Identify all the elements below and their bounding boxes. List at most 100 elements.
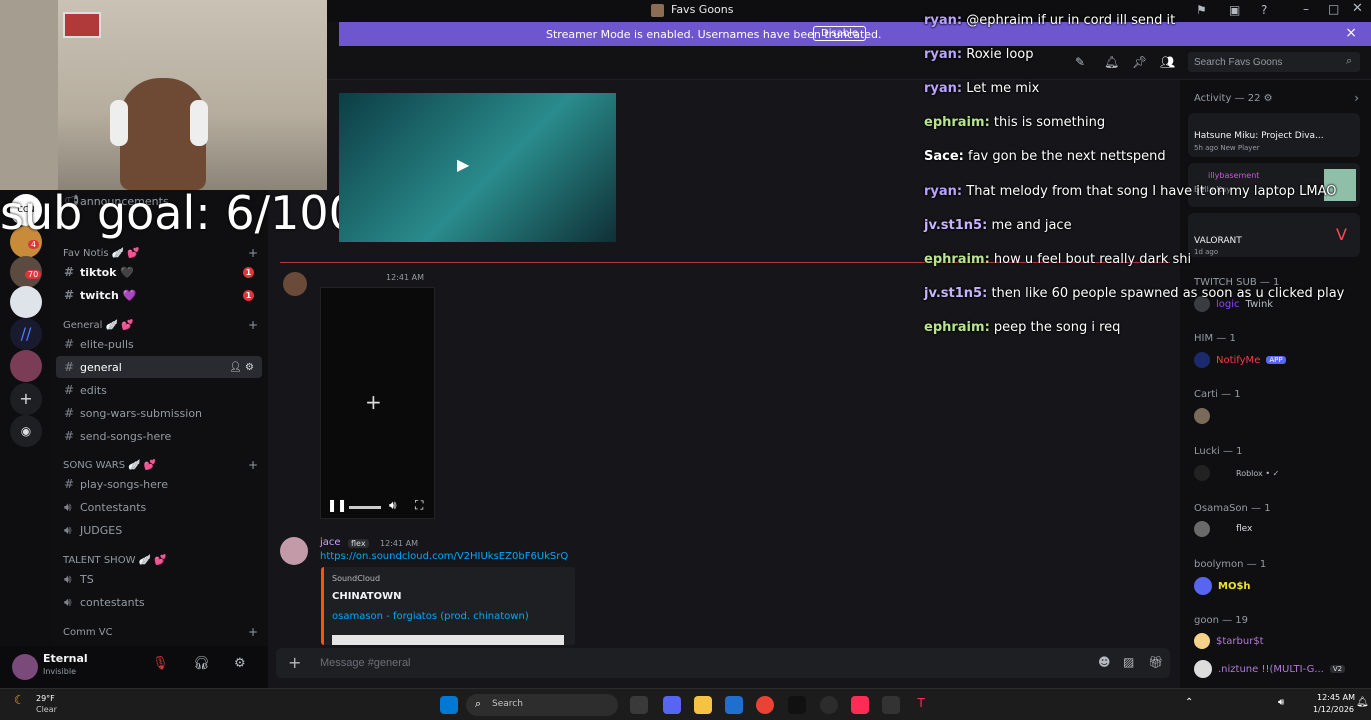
activity-card[interactable]: Hatsune Miku: Project Diva... 5h ago New… [1188,113,1360,157]
taskbar-search[interactable]: ⌕ Search [466,694,618,716]
store-icon[interactable] [725,696,743,714]
file-explorer-icon[interactable] [694,696,712,714]
chat-user: Sace: [924,149,964,164]
gift-icon[interactable]: 🎁︎ [1148,655,1163,669]
add-channel-icon[interactable]: + [248,625,258,639]
channel-edits[interactable]: # edits [56,379,262,401]
member-row[interactable] [1194,408,1216,424]
category-header[interactable]: Comm VC [63,627,113,638]
pin-icon[interactable]: 📌︎ [1132,55,1147,69]
activity-card[interactable]: VALORANT 1d ago V [1188,213,1360,257]
fullscreen-icon[interactable]: ⛶ [415,498,423,513]
member-row[interactable]: MO$h [1194,577,1251,595]
server-icon[interactable] [10,350,42,382]
channel-ts[interactable]: 🔊︎ TS [56,568,262,590]
avatar[interactable] [283,272,307,296]
maximize-button[interactable]: □ [1328,2,1339,16]
category-header[interactable]: Fav Notis 🪽 💕 [63,248,140,259]
task-view-icon[interactable] [630,696,648,714]
app-icon[interactable] [882,696,900,714]
chevron-right-icon[interactable]: › [1354,91,1359,105]
clock-date[interactable]: 1/12/2026 [1313,705,1354,714]
member-list-icon[interactable]: 👥︎ [1160,55,1175,69]
weather-desc: Clear [36,705,57,714]
weather-temp: 29°F [36,694,55,703]
chrome-icon[interactable] [756,696,774,714]
video-embed[interactable]: ▶ [339,93,616,242]
channel-tiktok[interactable]: # tiktok 🖤 1 [56,261,262,283]
disable-streamer-mode-button[interactable]: Disable [813,26,867,41]
discord-icon[interactable] [663,696,681,714]
headphones-icon[interactable]: 🎧︎ [193,656,210,671]
member-row[interactable]: flex [1194,521,1252,537]
search-input[interactable] [1188,52,1360,72]
close-window-button[interactable]: ✕ [1352,1,1363,16]
inbox-icon[interactable]: ⚑ [1196,3,1207,17]
embed-track[interactable]: osamason - forgiatos (prod. chinatown) [332,611,529,622]
settings-icon[interactable]: ⚙ [234,656,246,671]
category-header[interactable]: TALENT SHOW 🪽 💕 [63,555,167,566]
channel-song-wars-submission[interactable]: # song-wars-submission [56,402,262,424]
server-icon[interactable] [10,286,42,318]
discover-icon[interactable]: ◉ [10,415,42,447]
channel-contestants[interactable]: 🔊︎ Contestants [56,496,262,518]
channel-send-songs-here[interactable]: # send-songs-here [56,425,262,447]
mic-muted-icon[interactable]: 🎙︎ [152,656,169,671]
rail-badge: 4 [28,240,40,249]
channel-play-songs-here[interactable]: # play-songs-here [56,473,262,495]
threads-icon[interactable]: ✎ [1075,55,1085,69]
channel-talent-contestants[interactable]: 🔊︎ contestants [56,591,262,613]
member-row[interactable]: .niztune !!(MULTI-G... V2 [1194,660,1346,678]
chat-text: this is something [993,115,1106,130]
capcut-icon[interactable] [788,696,806,714]
help-icon[interactable]: ? [1261,3,1267,17]
obs-icon[interactable] [820,696,838,714]
overlay-chat-line: ephraim: how u feel bout really dark shi [924,252,1191,267]
message-author[interactable]: jace [320,537,341,548]
member-row[interactable]: $tarbur$t [1194,633,1264,649]
channel-twitch[interactable]: # twitch 💜 1 [56,284,262,306]
tiktok-icon[interactable] [851,696,869,714]
member-row[interactable]: NotifyMe APP [1194,352,1286,368]
app-badge: APP [1266,356,1286,364]
image-icon[interactable]: ▨ [1123,655,1134,669]
member-row[interactable]: Roblox • ✓ [1194,465,1279,481]
clock-time[interactable]: 12:45 AM [1317,693,1355,702]
volume-icon[interactable]: 🔊︎ [1278,697,1284,708]
message-input[interactable] [320,654,1020,672]
minimize-button[interactable]: – [1303,2,1309,16]
add-channel-icon[interactable]: + [248,318,258,332]
weather-icon[interactable]: ☾ [14,693,25,707]
avatar[interactable] [280,537,308,565]
gif-icon[interactable]: ☻ [1098,655,1111,669]
avatar[interactable] [12,654,38,680]
chevron-up-icon[interactable]: ⌃ [1185,697,1193,708]
server-icon[interactable]: // [10,318,42,350]
notification-icon[interactable]: 🔔︎ [1356,697,1369,708]
add-channel-icon[interactable]: + [248,246,258,260]
category-header[interactable]: SONG WARS 🪽 💕 [63,460,156,471]
start-button[interactable] [440,696,458,714]
add-channel-icon[interactable]: + [248,458,258,472]
pause-icon[interactable]: ❚❚ [327,498,347,512]
embed-title[interactable]: CHINATOWN [332,591,401,602]
tiktok-live-icon[interactable]: T [912,696,930,714]
phone-video-embed[interactable]: + ❚❚ 🔊︎ ⛶ [320,287,435,519]
play-icon[interactable]: ▶ [457,155,469,174]
settings-icon[interactable]: 👤︎ ⚙ [229,362,254,373]
channel-general[interactable]: # general 👤︎ ⚙ [56,356,262,378]
channel-label: general [80,360,122,374]
close-icon[interactable]: × [1345,25,1357,41]
channel-elite-pulls[interactable]: # elite-pulls [56,333,262,355]
soundcloud-link[interactable]: https://on.soundcloud.com/V2HIUksEZ0bF6U… [320,551,568,562]
volume-icon[interactable]: 🔊︎ [389,498,397,513]
video-progress-bar[interactable] [349,506,381,509]
category-header[interactable]: General 🪽 💕 [63,320,134,331]
add-attachment-icon[interactable]: + [288,653,301,672]
channel-judges[interactable]: 🔊︎ JUDGES [56,519,262,541]
inbox-tray-icon[interactable]: ▣ [1229,3,1240,17]
headphones-image [110,100,128,146]
add-server-icon[interactable]: + [10,383,42,415]
unread-badge: 1 [243,266,254,278]
bell-icon[interactable]: 🔔︎ [1104,55,1119,69]
